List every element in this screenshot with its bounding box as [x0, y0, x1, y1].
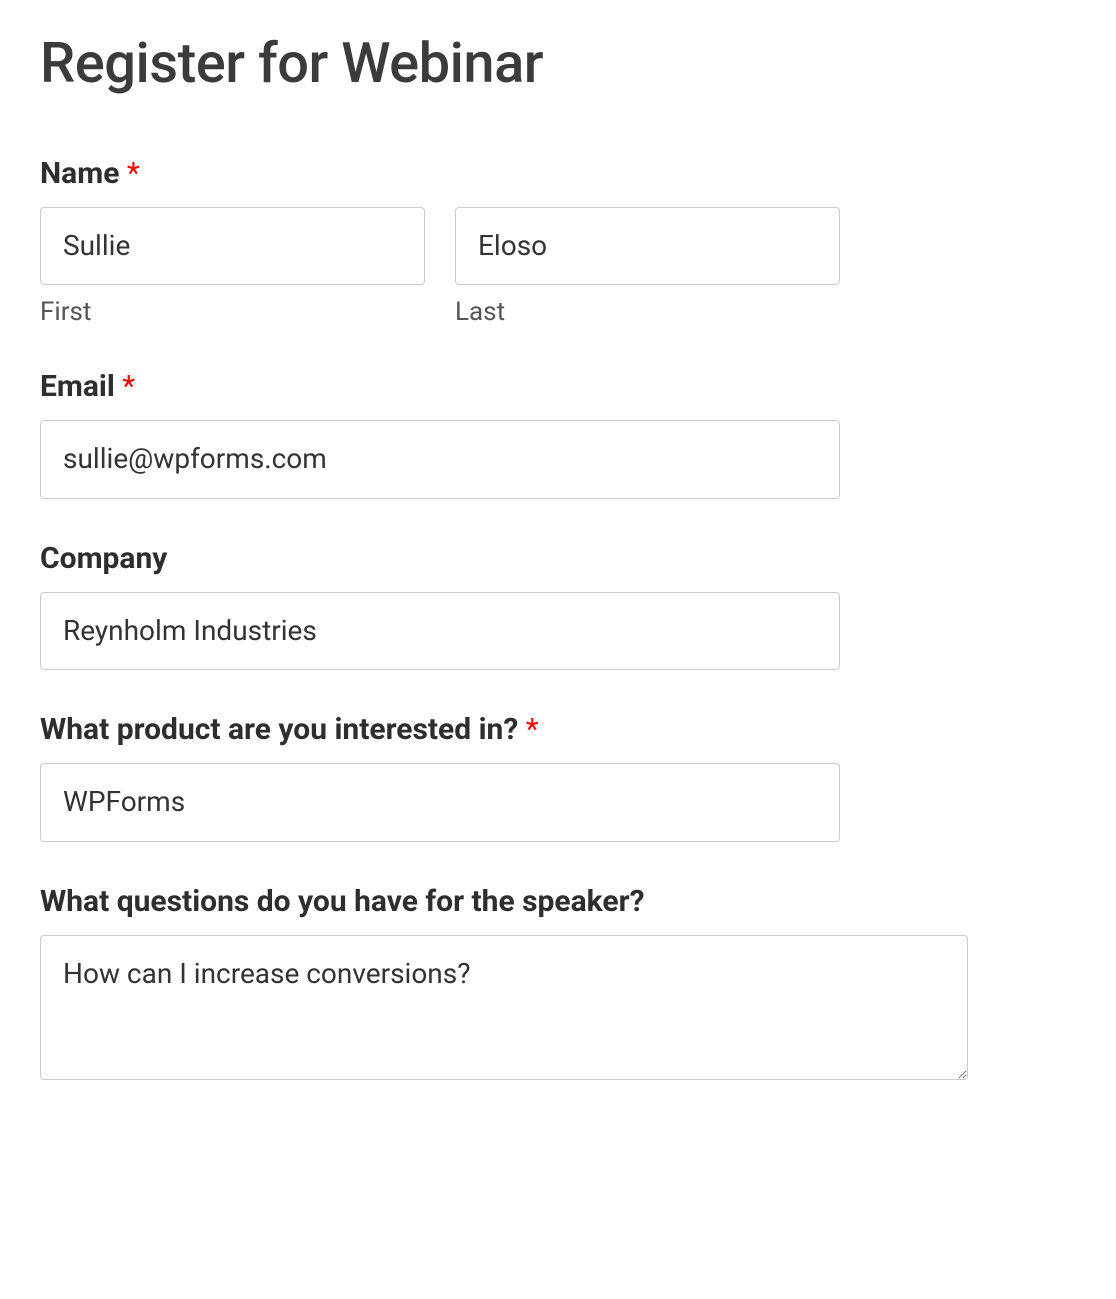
questions-label-text: What questions do you have for the speak…	[40, 884, 645, 919]
name-label-text: Name	[40, 156, 119, 191]
first-name-col: First	[40, 207, 425, 327]
product-field-group: What product are you interested in? *	[40, 712, 1020, 841]
email-field-group: Email *	[40, 369, 1020, 498]
questions-label: What questions do you have for the speak…	[40, 884, 1020, 919]
questions-field-group: What questions do you have for the speak…	[40, 884, 1020, 1084]
email-label-text: Email	[40, 369, 115, 404]
company-field-group: Company	[40, 541, 1020, 670]
first-name-input[interactable]	[40, 207, 425, 285]
company-label-text: Company	[40, 541, 167, 576]
product-input[interactable]	[40, 763, 840, 841]
email-label: Email *	[40, 369, 1020, 404]
email-input[interactable]	[40, 420, 840, 498]
name-row: First Last	[40, 207, 840, 327]
required-mark: *	[526, 712, 539, 747]
product-label: What product are you interested in? *	[40, 712, 1020, 747]
company-label: Company	[40, 541, 1020, 576]
first-name-sublabel: First	[40, 297, 425, 327]
page-title: Register for Webinar	[40, 30, 1020, 96]
last-name-sublabel: Last	[455, 297, 840, 327]
last-name-input[interactable]	[455, 207, 840, 285]
webinar-registration-form: Register for Webinar Name * First Last E…	[40, 30, 1020, 1084]
required-mark: *	[127, 156, 140, 191]
product-label-text: What product are you interested in?	[40, 712, 518, 747]
questions-textarea[interactable]	[40, 935, 968, 1080]
required-mark: *	[122, 369, 135, 404]
company-input[interactable]	[40, 592, 840, 670]
last-name-col: Last	[455, 207, 840, 327]
name-field-group: Name * First Last	[40, 156, 1020, 327]
name-label: Name *	[40, 156, 1020, 191]
